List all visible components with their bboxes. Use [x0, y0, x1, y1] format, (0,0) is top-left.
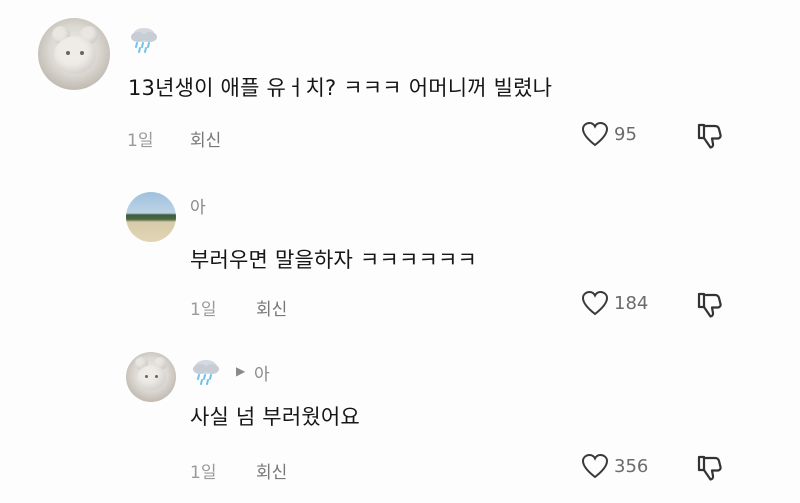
thumbs-down-icon[interactable] — [693, 120, 725, 152]
reply-button[interactable]: 회신 — [256, 458, 287, 483]
plush-avatar[interactable] — [126, 352, 176, 402]
reply-arrow-icon: ▶ — [236, 364, 246, 378]
reply-to-username[interactable]: 아 — [254, 360, 270, 385]
reply-button[interactable]: 회신 — [256, 295, 287, 320]
reply-button[interactable]: 회신 — [190, 126, 221, 151]
plush-avatar[interactable] — [38, 18, 110, 90]
heart-icon — [581, 453, 609, 479]
like-count: 184 — [614, 292, 649, 314]
like-button[interactable]: 356 — [580, 452, 648, 480]
comment-time: 1일 — [190, 300, 217, 320]
comment-text: 사실 넘 부러웠어요 — [190, 405, 360, 429]
like-button[interactable]: 184 — [580, 289, 648, 317]
heart-icon — [581, 121, 609, 147]
like-count: 356 — [614, 455, 649, 477]
comment-3: ▶ 아 사실 넘 부러웠어요 1일 회신 356 — [0, 340, 800, 503]
thumbs-down-icon[interactable] — [693, 452, 725, 484]
like-count: 95 — [614, 123, 637, 145]
comment-2: 아 부러우면 말을하자 ㅋㅋㅋㅋㅋㅋ 1일 회신 184 — [0, 180, 800, 330]
comment-text: 13년생이 애플 유ㅓ치? ㅋㅋㅋ 어머니꺼 빌렸나 — [128, 76, 553, 100]
comment-1: 13년생이 애플 유ㅓ치? ㅋㅋㅋ 어머니꺼 빌렸나 1일 회신 95 — [0, 0, 800, 160]
comment-time: 1일 — [127, 131, 154, 151]
rain-cloud-icon — [193, 360, 219, 385]
comment-time: 1일 — [190, 463, 217, 483]
comment-text: 부러우면 말을하자 ㅋㅋㅋㅋㅋㅋ — [190, 248, 478, 272]
like-button[interactable]: 95 — [580, 120, 637, 148]
heart-icon — [581, 290, 609, 316]
username[interactable]: 아 — [190, 193, 206, 218]
landscape-avatar[interactable] — [126, 192, 176, 242]
rain-cloud-icon — [131, 28, 157, 53]
thumbs-down-icon[interactable] — [693, 289, 725, 321]
